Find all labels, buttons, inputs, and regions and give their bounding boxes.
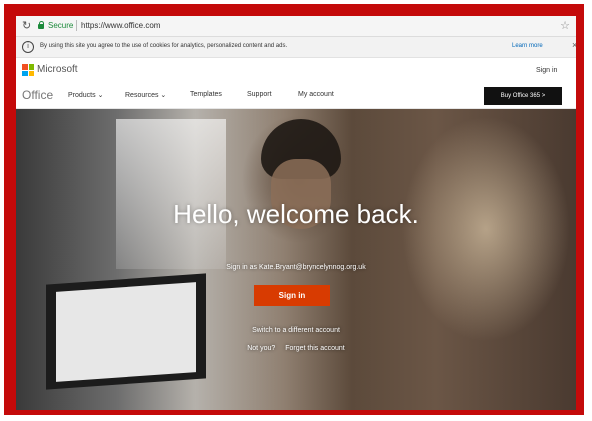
hero-background-window xyxy=(116,119,226,269)
office-nav: Office Products ⌄ Resources ⌄ Templates … xyxy=(16,82,576,109)
cookie-text: By using this site you agree to the use … xyxy=(40,43,288,49)
nav-item-products[interactable]: Products ⌄ xyxy=(68,91,103,99)
url-field[interactable]: https://www.office.com xyxy=(81,21,160,30)
secure-label: Secure xyxy=(48,21,74,30)
header-sign-in-link[interactable]: Sign in xyxy=(536,67,557,74)
nav-item-templates[interactable]: Templates xyxy=(190,91,222,98)
signed-in-as-text: Sign in as Kate.Bryant@bryncelynnog.org.… xyxy=(226,264,366,271)
address-bar: ↻ Secure https://www.office.com ☆ xyxy=(16,16,576,37)
switch-account-link[interactable]: Switch to a different account xyxy=(16,327,576,334)
microsoft-brand[interactable]: Microsoft xyxy=(37,64,78,75)
red-border-frame: ↻ Secure https://www.office.com ☆ i By u… xyxy=(4,4,584,415)
learn-more-link[interactable]: Learn more xyxy=(512,43,543,49)
nav-item-support[interactable]: Support xyxy=(247,91,272,98)
forget-account-link[interactable]: Forget this account xyxy=(285,345,345,352)
info-icon: i xyxy=(22,41,34,53)
welcome-headline: Hello, welcome back. xyxy=(173,199,419,229)
lock-icon xyxy=(38,21,44,29)
address-separator xyxy=(76,20,77,31)
not-you-row: Not you? Forget this account xyxy=(16,345,576,352)
close-icon[interactable]: × xyxy=(572,40,576,50)
buy-office-button[interactable]: Buy Office 365 > xyxy=(484,87,562,105)
not-you-link[interactable]: Not you? xyxy=(247,345,275,352)
office-brand[interactable]: Office xyxy=(22,88,53,102)
nav-item-resources[interactable]: Resources ⌄ xyxy=(125,91,166,99)
browser-window: ↻ Secure https://www.office.com ☆ i By u… xyxy=(16,16,576,410)
microsoft-logo-icon[interactable] xyxy=(22,64,34,76)
microsoft-header: Microsoft Sign in xyxy=(16,58,576,82)
bookmark-star-icon[interactable]: ☆ xyxy=(560,19,570,32)
sign-in-button[interactable]: Sign in xyxy=(254,285,330,306)
reload-icon[interactable]: ↻ xyxy=(22,19,31,32)
nav-item-my-account[interactable]: My account xyxy=(298,91,334,98)
hero-section: Hello, welcome back. Sign in as Kate.Bry… xyxy=(16,109,576,410)
cookie-banner: i By using this site you agree to the us… xyxy=(16,37,576,58)
